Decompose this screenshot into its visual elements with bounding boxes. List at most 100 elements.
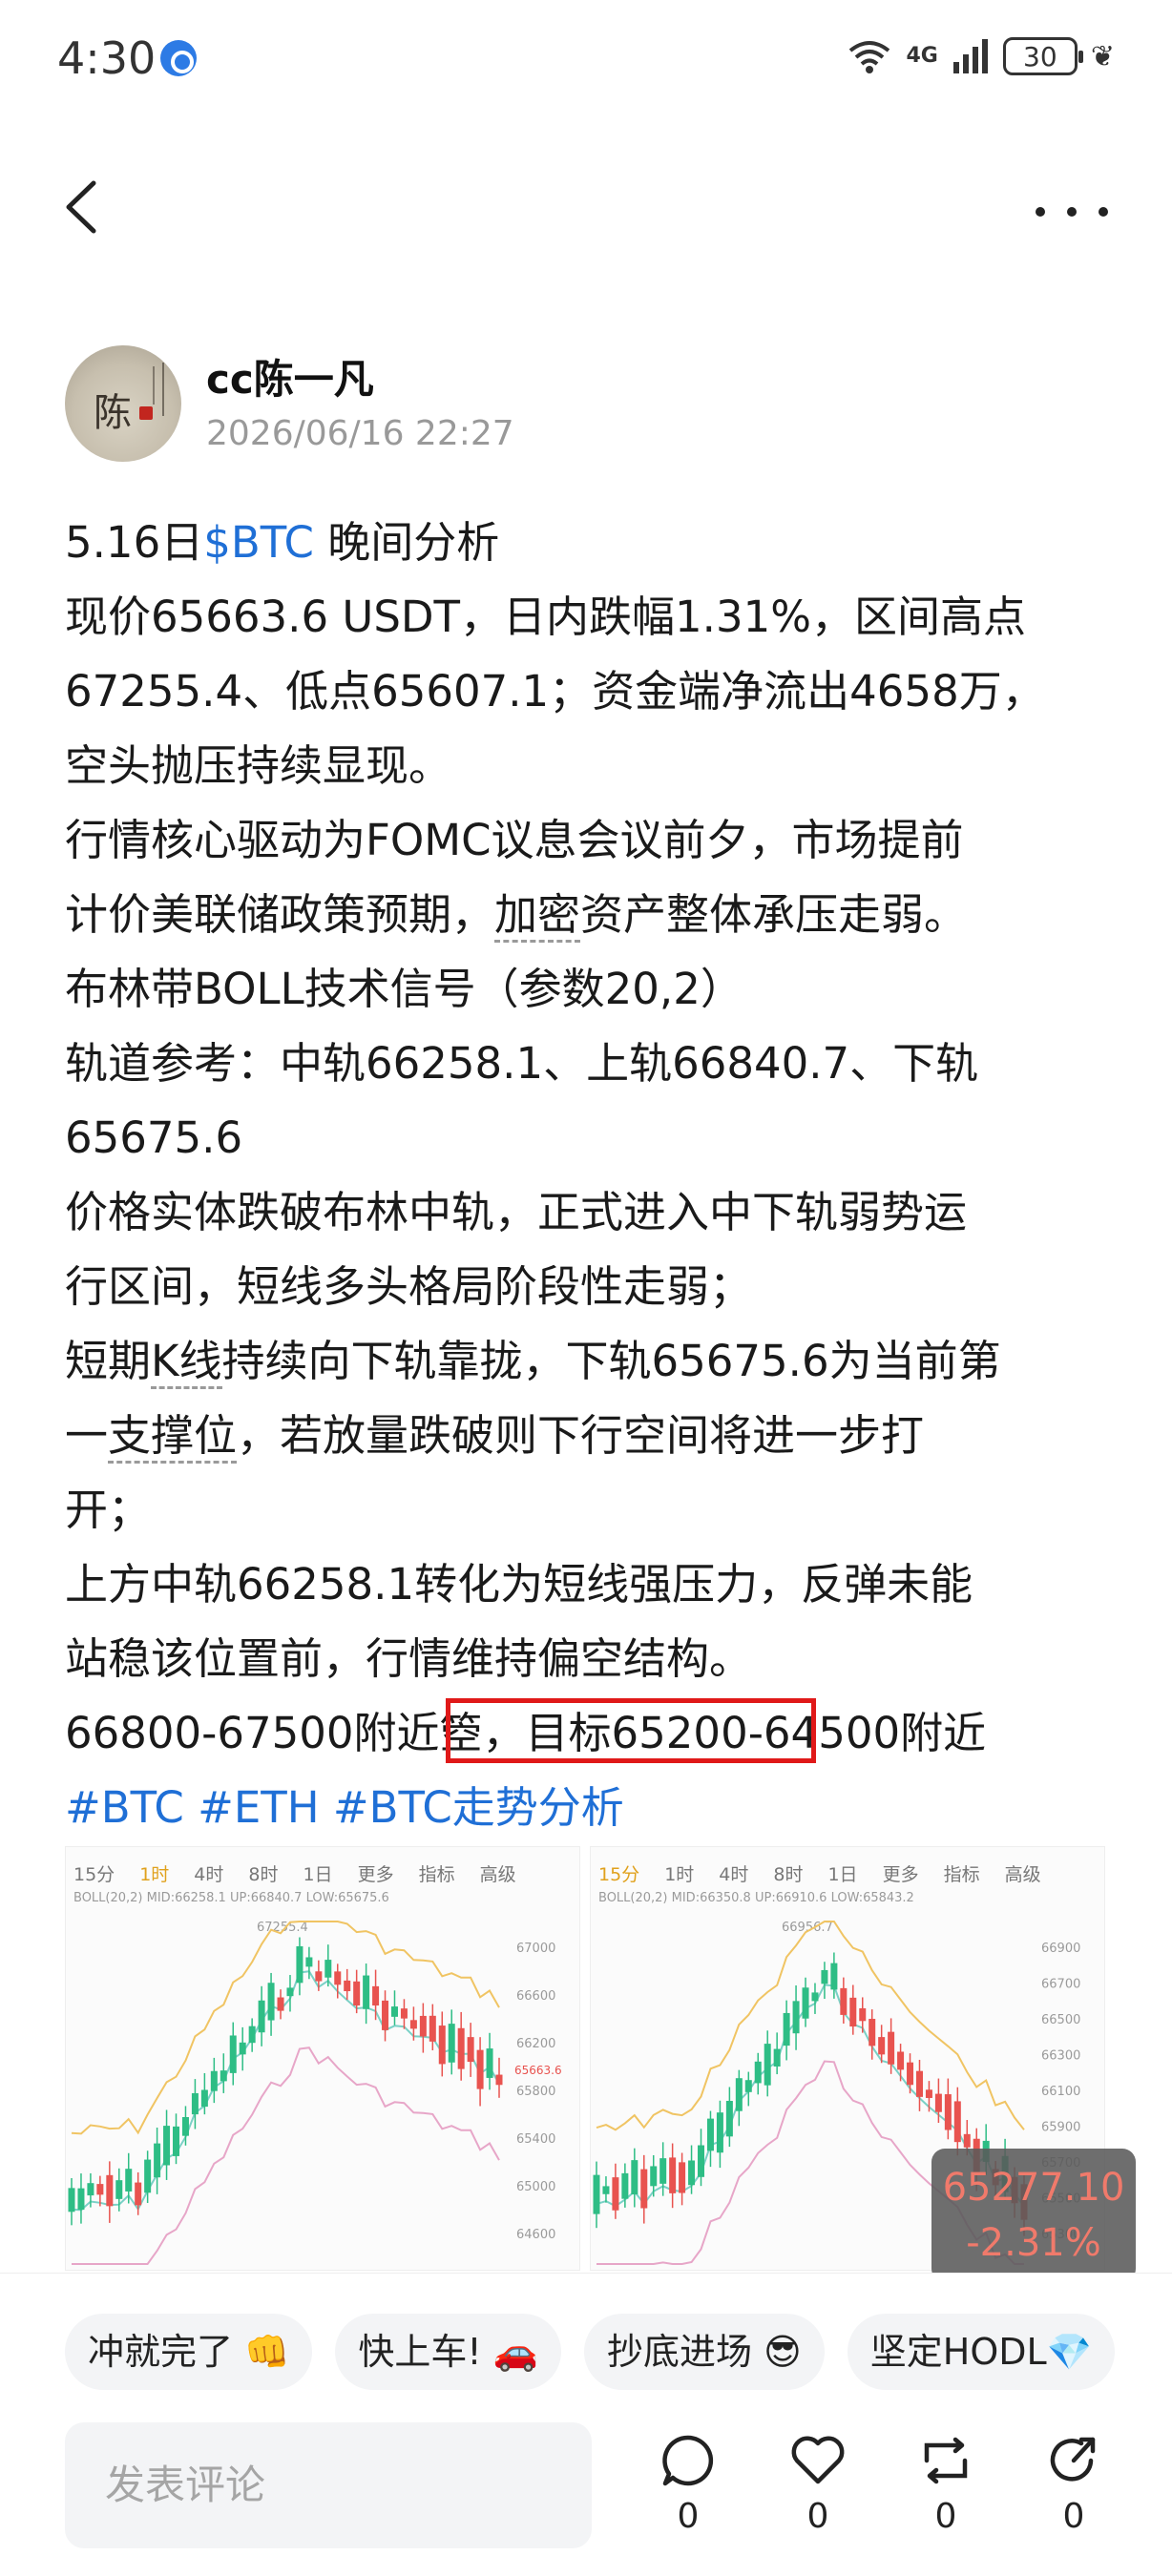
chart-tab: 1日 bbox=[303, 1864, 333, 1885]
post-text: 持续向下轨靠拢，下轨65675.6为当前第 bbox=[221, 1336, 1001, 1386]
price-value: 65277.10 bbox=[942, 2166, 1125, 2210]
post-line: 上方中轨66258.1转化为短线强压力，反弹未能 bbox=[65, 1559, 973, 1610]
chart-tab: 1时 bbox=[664, 1864, 695, 1885]
candle-body bbox=[888, 2031, 895, 2065]
candle-body bbox=[200, 2089, 208, 2108]
quick-reply-chip[interactable]: 坚定HODL💎 bbox=[847, 2314, 1115, 2390]
candle-body bbox=[953, 2101, 961, 2143]
candle-body bbox=[963, 2133, 971, 2148]
axis-tick-label: 66500 bbox=[1041, 2013, 1080, 2027]
comment-icon bbox=[662, 2435, 714, 2486]
btc-ticker-link[interactable]: $BTC bbox=[203, 517, 314, 568]
quick-reply-chip[interactable]: 抄底进场 😎 bbox=[584, 2314, 825, 2390]
post-line: 站稳该位置前，行情维持偏空结构。 bbox=[65, 1633, 753, 1684]
candle-body bbox=[467, 2037, 474, 2063]
axis-tick-label: 66200 bbox=[516, 2037, 555, 2051]
more-button[interactable] bbox=[1029, 174, 1115, 240]
term-link[interactable]: K线 bbox=[151, 1336, 222, 1389]
price-change: -2.31% bbox=[966, 2221, 1101, 2265]
boll-lower-line bbox=[72, 2046, 500, 2265]
top-nav-bar bbox=[0, 153, 1172, 267]
axis-tick-label: 64600 bbox=[516, 2228, 555, 2242]
post-line: 67255.4、低点65607.1；资金端净流出4658万， bbox=[65, 666, 1045, 717]
post-line: 短期K线持续向下轨靠拢，下轨65675.6为当前第 bbox=[65, 1324, 1115, 1399]
like-count: 0 bbox=[806, 2497, 829, 2536]
candle-body bbox=[659, 2158, 667, 2184]
candle-body bbox=[802, 1987, 809, 2019]
chart-tab: 8时 bbox=[248, 1864, 279, 1885]
post-line: 计价美联储政策预期，加密资产整体承压走弱。 bbox=[65, 878, 1115, 952]
heart-icon bbox=[791, 2436, 845, 2484]
candle-body bbox=[115, 2180, 123, 2199]
candle-body bbox=[457, 2027, 465, 2069]
post-line: 行情核心驱动为FOMC议息会议前夕，市场提前 bbox=[65, 815, 964, 865]
term-link[interactable]: 支撑位 bbox=[108, 1410, 238, 1464]
candle-body bbox=[144, 2159, 152, 2193]
candle-body bbox=[698, 2145, 705, 2177]
candle-body bbox=[840, 1987, 848, 2015]
current-price-tag: 65663.6 bbox=[514, 2064, 562, 2077]
quick-reply-chip[interactable]: 快上车! 🚗 bbox=[335, 2314, 562, 2390]
comment-button[interactable]: 0 bbox=[645, 2432, 731, 2536]
candle-body bbox=[878, 2037, 886, 2055]
status-bar: 4:30 4G 30 ❦ bbox=[0, 0, 1172, 114]
status-time: 4:30 bbox=[57, 32, 157, 84]
candle-body bbox=[429, 2015, 436, 2042]
post-line: 空头抛压持续显现。 bbox=[65, 740, 452, 791]
candle-body bbox=[859, 2007, 867, 2022]
share-button[interactable]: 0 bbox=[1031, 2432, 1117, 2536]
candle-body bbox=[409, 2020, 417, 2029]
candle-body bbox=[229, 2035, 237, 2073]
chart-tab: 15分 bbox=[73, 1864, 115, 1885]
post-text: 资产整体承压走弱。 bbox=[580, 889, 968, 940]
repost-count: 0 bbox=[934, 2497, 957, 2536]
candle-body bbox=[754, 2061, 762, 2084]
post-text: 一 bbox=[65, 1410, 109, 1461]
avatar[interactable]: 陈 bbox=[65, 345, 181, 462]
axis-tick-label: 65900 bbox=[1041, 2121, 1080, 2135]
candle-body bbox=[154, 2143, 161, 2178]
candle-body bbox=[650, 2166, 658, 2187]
boll-readout: BOLL(20,2) MID:66258.1 UP:66840.7 LOW:65… bbox=[73, 1891, 389, 1905]
candle-body bbox=[419, 2015, 427, 2037]
candle-body bbox=[925, 2089, 932, 2098]
candle-body bbox=[363, 1975, 370, 2009]
chart-tab: 高级 bbox=[1004, 1864, 1041, 1885]
candle-body bbox=[382, 2000, 389, 2030]
repost-button[interactable]: 0 bbox=[903, 2432, 989, 2536]
post-line: 价格实体跌破布林中轨，正式进入中下轨弱势运 bbox=[65, 1187, 968, 1237]
chevron-left-icon bbox=[66, 180, 96, 234]
hashtags[interactable]: #BTC #ETH #BTC走势分析 bbox=[65, 1771, 1115, 1845]
candle-body bbox=[744, 2080, 752, 2092]
wifi-icon bbox=[847, 37, 892, 75]
comment-input[interactable]: 发表评论 bbox=[65, 2422, 592, 2548]
candle-body bbox=[163, 2126, 171, 2166]
candle-body bbox=[390, 2006, 398, 2017]
candle-body bbox=[210, 2070, 218, 2091]
chart-tab: 1日 bbox=[827, 1864, 858, 1885]
power-saving-icon: ❦ bbox=[1090, 39, 1115, 73]
candle-body bbox=[669, 2157, 677, 2193]
chart-tab: 8时 bbox=[773, 1864, 804, 1885]
candle-body bbox=[400, 2008, 408, 2019]
post-timestamp: 2026/06/16 22:27 bbox=[206, 414, 514, 453]
post-line: 65675.6 bbox=[65, 1112, 243, 1163]
chart-image-1[interactable]: 15分 1时 4时 8时 1日 更多 指标 高级 BOLL(20,2) MID:… bbox=[65, 1846, 580, 2271]
back-button[interactable] bbox=[57, 174, 115, 240]
avatar-logo-char: 陈 bbox=[94, 391, 132, 435]
candle-body bbox=[486, 2048, 493, 2078]
avatar-calligraphy bbox=[162, 363, 164, 416]
author-name[interactable]: cc陈一凡 bbox=[206, 347, 374, 405]
candle-body bbox=[679, 2162, 686, 2193]
candle-body bbox=[248, 2025, 256, 2044]
candle-body bbox=[324, 1960, 332, 1978]
bottom-bar: 冲就完了 👊 快上车! 🚗 抄底进场 😎 坚定HODL💎 发表评论 0 0 0 0 bbox=[0, 2273, 1172, 2576]
term-link[interactable]: 加密 bbox=[494, 889, 581, 943]
floating-price-badge[interactable]: 65277.10 -2.31% bbox=[931, 2149, 1136, 2282]
chart-tab: 高级 bbox=[479, 1864, 516, 1885]
like-button[interactable]: 0 bbox=[775, 2432, 861, 2536]
battery-icon: 30 bbox=[1002, 37, 1083, 75]
quick-reply-chip[interactable]: 冲就完了 👊 bbox=[65, 2314, 313, 2390]
quick-reply-chips: 冲就完了 👊 快上车! 🚗 抄底进场 😎 坚定HODL💎 bbox=[65, 2314, 1172, 2394]
candle-body bbox=[631, 2160, 638, 2195]
